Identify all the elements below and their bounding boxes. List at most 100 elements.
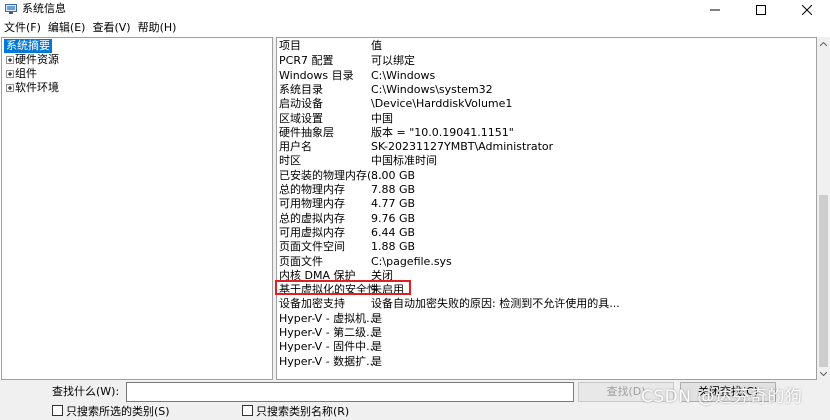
table-row[interactable]: 系统目录 C:\Windows\system32 [277, 83, 804, 97]
value-cell: 6.44 GB [371, 225, 416, 239]
expand-plus-icon[interactable] [6, 70, 14, 78]
item-cell: 页面文件 [279, 254, 323, 268]
table-row[interactable]: 页面文件 C:\pagefile.sys [277, 255, 804, 269]
value-cell: 9.76 GB [371, 211, 416, 225]
item-cell: 总的物理内存 [279, 183, 345, 196]
value-cell: 是 [371, 311, 382, 325]
table-row[interactable]: 总的虚拟内存 9.76 GB [277, 212, 804, 226]
table-row[interactable]: 启动设备 \Device\HarddiskVolume1 [277, 97, 804, 111]
table-row[interactable]: 用户名 SK-20231127YMBT\Administrator [277, 140, 804, 154]
item-cell: 设备加密支持 [279, 297, 345, 311]
table-row[interactable]: 时区 中国标准时间 [277, 154, 804, 168]
details-list[interactable]: 项目 值 PCR7 配置 可以绑定 Windows 目录 C:\Windows 系统目录… [276, 37, 817, 380]
red-highlight-box [275, 280, 411, 295]
value-cell: 是 [371, 326, 382, 339]
item-cell: 可用物理内存 [279, 197, 345, 211]
table-row[interactable]: 设备加密支持 设备自动加密失败的原因: 检测到不允许使用的具... [277, 297, 804, 311]
tree-item-system-summary[interactable]: 系统摘要 [2, 39, 272, 53]
column-header-item[interactable]: 项目 [279, 39, 301, 53]
item-cell: 硬件抽象层 [279, 125, 334, 139]
table-row[interactable]: 可用虚拟内存 6.44 GB [277, 226, 804, 240]
value-cell: C:\Windows [371, 68, 436, 82]
checkbox-box[interactable] [52, 405, 63, 416]
find-input[interactable] [126, 382, 574, 402]
value-cell: 中国 [371, 111, 393, 125]
minimize-button[interactable] [692, 0, 738, 19]
chevron-down-icon [820, 371, 827, 376]
value-cell: 可以绑定 [371, 54, 415, 68]
table-row[interactable]: 硬件抽象层 版本 = "10.0.19041.1151" [277, 126, 804, 140]
maximize-button[interactable] [738, 0, 784, 19]
only-category-names-checkbox[interactable]: 只搜索类别名称(R) [242, 405, 349, 419]
table-row[interactable]: 页面文件空间 1.88 GB [277, 240, 804, 254]
table-row[interactable]: Hyper-V - 虚拟机... 是 [277, 312, 804, 326]
table-row[interactable]: 总的物理内存 7.88 GB [277, 183, 804, 197]
menu-help[interactable]: 帮助(H) [134, 20, 180, 36]
checkbox-box[interactable] [242, 405, 253, 416]
window-title: 系统信息 [22, 2, 66, 15]
only-selected-category-checkbox[interactable]: 只搜索所选的类别(S) [52, 405, 170, 419]
close-window-button[interactable] [784, 0, 830, 19]
close-icon [802, 4, 812, 15]
value-cell: 8.00 GB [371, 168, 416, 182]
table-row[interactable]: Hyper-V - 数据扩... 是 [277, 355, 804, 369]
value-cell: SK-20231127YMBT\Administrator [371, 140, 554, 154]
value-cell: C:\pagefile.sys [371, 254, 452, 268]
value-cell: 中国标准时间 [371, 154, 437, 168]
table-row[interactable]: Windows 目录 C:\Windows [277, 69, 804, 83]
item-cell: 用户名 [279, 140, 312, 154]
menu-file[interactable]: 文件(F) [0, 20, 44, 36]
column-header-value[interactable]: 值 [371, 39, 382, 53]
minimize-icon [710, 9, 720, 10]
scroll-thumb[interactable] [819, 195, 828, 367]
table-row[interactable]: Hyper-V - 固件中... 是 [277, 340, 804, 354]
table-row[interactable]: 区域设置 中国 [277, 112, 804, 126]
item-cell: Windows 目录 [279, 68, 354, 82]
find-label: 查找什么(W): [52, 385, 120, 398]
expand-plus-icon[interactable] [6, 56, 14, 64]
item-cell: Hyper-V - 虚拟机... [279, 311, 377, 325]
tree-item-label: 硬件资源 [15, 53, 59, 66]
expand-plus-icon[interactable] [6, 84, 14, 92]
chevron-up-icon [820, 41, 827, 46]
vertical-scrollbar[interactable] [817, 37, 830, 380]
item-cell: 总的虚拟内存 [279, 211, 345, 225]
table-row[interactable]: 可用物理内存 4.77 GB [277, 197, 804, 211]
value-cell: \Device\HarddiskVolume1 [371, 97, 513, 111]
checkbox-label: 只搜索类别名称(R) [256, 405, 350, 418]
value-cell: 1.88 GB [371, 240, 416, 254]
value-cell: 版本 = "10.0.19041.1151" [371, 125, 514, 139]
table-row[interactable]: PCR7 配置 可以绑定 [277, 54, 804, 68]
value-cell: 7.88 GB [371, 183, 416, 196]
item-cell: Hyper-V - 第二级... [279, 326, 377, 339]
item-cell: 区域设置 [279, 111, 323, 125]
checkbox-label: 只搜索所选的类别(S) [66, 405, 170, 418]
system-info-icon [5, 4, 17, 14]
value-cell: 是 [371, 354, 382, 368]
list-header: 项目 值 [277, 39, 804, 53]
tree-item-label: 系统摘要 [4, 39, 52, 53]
category-tree[interactable]: 系统摘要 硬件资源 组件 软件环境 [1, 37, 273, 380]
item-cell: PCR7 配置 [279, 54, 334, 68]
tree-item-software-environment[interactable]: 软件环境 [2, 81, 272, 95]
maximize-icon [756, 4, 766, 15]
watermark: CSDN @达芬奇的狗 [641, 387, 803, 407]
item-cell: 时区 [279, 154, 301, 168]
item-cell: Hyper-V - 数据扩... [279, 354, 377, 368]
menu-edit[interactable]: 编辑(E) [44, 20, 89, 36]
item-cell: Hyper-V - 固件中... [279, 340, 377, 354]
value-cell: 是 [371, 340, 382, 354]
tree-item-hardware-resources[interactable]: 硬件资源 [2, 53, 272, 67]
value-cell: 4.77 GB [371, 197, 416, 211]
menu-view[interactable]: 查看(V) [88, 20, 133, 36]
tree-item-components[interactable]: 组件 [2, 67, 272, 81]
table-row[interactable]: Hyper-V - 第二级... 是 [277, 326, 804, 340]
item-cell: 启动设备 [279, 97, 323, 111]
item-cell: 系统目录 [279, 82, 323, 96]
menu-bar: 文件(F) 编辑(E) 查看(V) 帮助(H) [0, 19, 830, 37]
table-row[interactable]: 已安装的物理内存(... 8.00 GB [277, 169, 804, 183]
value-cell: 设备自动加密失败的原因: 检测到不允许使用的具... [371, 297, 620, 311]
item-cell: 已安装的物理内存(... [279, 168, 382, 182]
scroll-up-button[interactable] [817, 37, 830, 50]
scroll-down-button[interactable] [817, 367, 830, 380]
